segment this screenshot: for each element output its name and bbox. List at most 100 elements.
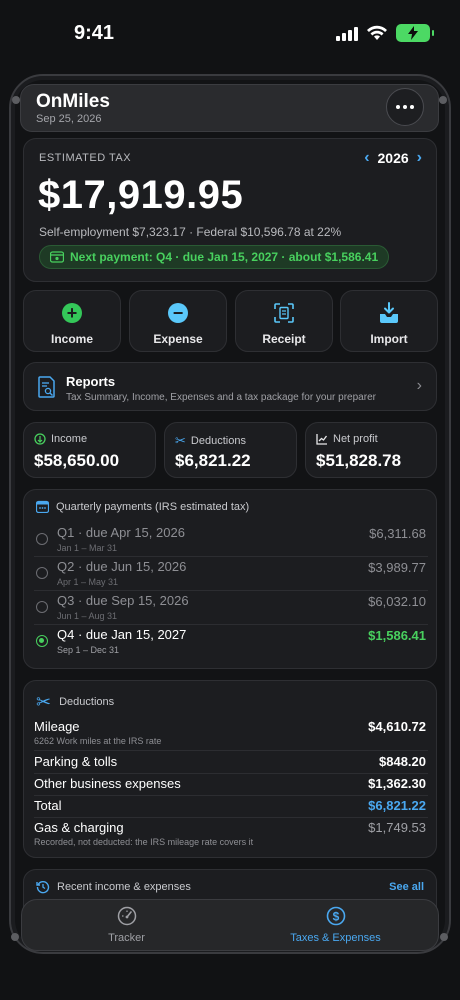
quarter-range: Apr 1 – May 31 <box>57 577 119 587</box>
deduction-row-mileage[interactable]: Mileage 6262 Work miles at the IRS rate … <box>34 719 428 751</box>
more-options-button[interactable] <box>386 88 424 126</box>
plus-circle-icon: + <box>61 302 83 324</box>
scissors-icon: ✂ <box>36 692 52 712</box>
income-button[interactable]: + Income <box>23 290 121 352</box>
quarterly-header: Quarterly payments (IRS estimated tax) <box>36 500 249 513</box>
quarter-amount: $6,311.68 <box>369 526 426 541</box>
quarterly-payments-card: Quarterly payments (IRS estimated tax) Q… <box>23 489 437 669</box>
frame-screw <box>12 96 20 104</box>
estimated-tax-card: ESTIMATED TAX ‹ 2026 › $17,919.95 Self-e… <box>23 138 437 282</box>
reports-row[interactable]: Reports Tax Summary, Income, Expenses an… <box>23 362 437 411</box>
report-document-icon <box>38 376 55 398</box>
deduction-note: Recorded, not deducted: the IRS mileage … <box>34 837 254 847</box>
app-header: OnMiles Sep 25, 2026 <box>20 84 439 132</box>
recent-title: Recent income & expenses <box>57 881 191 893</box>
year-selector: ‹ 2026 › <box>364 149 422 167</box>
deduction-name: Parking & tolls <box>34 754 118 769</box>
quarter-row-q1[interactable]: Q1 · due Apr 15, 2026 Jan 1 – Mar 31 $6,… <box>34 523 428 557</box>
deductions-stat-value: $6,821.22 <box>175 451 251 470</box>
radio-unchecked-icon[interactable] <box>36 567 48 579</box>
frame-screw <box>440 933 448 941</box>
speedometer-icon <box>117 906 136 926</box>
quarter-row-q3[interactable]: Q3 · due Sep 15, 2026 Jun 1 – Aug 31 $6,… <box>34 591 428 625</box>
status-icons <box>336 24 434 42</box>
income-button-label: Income <box>50 332 93 346</box>
deduction-name: Mileage <box>34 719 80 734</box>
quarter-row-q4[interactable]: Q4 · due Jan 15, 2027 Sep 1 – Dec 31 $1,… <box>34 625 428 659</box>
deductions-title: Deductions <box>59 696 115 708</box>
deduction-name: Gas & charging <box>34 820 124 835</box>
frame-screw <box>439 96 447 104</box>
cellular-signal-icon <box>336 25 358 41</box>
selected-year: 2026 <box>377 150 409 166</box>
tab-label: Tracker <box>108 932 145 944</box>
svg-text:$: $ <box>332 910 339 924</box>
estimated-tax-amount: $17,919.95 <box>38 173 244 217</box>
deductions-card: ✂ Deductions Mileage 6262 Work miles at … <box>23 680 437 858</box>
app-title: OnMiles <box>36 91 110 112</box>
receipt-button[interactable]: Receipt <box>235 290 333 352</box>
quarter-title: Q3 · due Sep 15, 2026 <box>57 593 189 608</box>
chart-line-icon <box>316 434 328 445</box>
reports-subtitle: Tax Summary, Income, Expenses and a tax … <box>66 392 376 403</box>
wifi-icon <box>367 25 387 40</box>
recent-header: Recent income & expenses <box>36 880 191 894</box>
calendar-icon <box>36 500 49 513</box>
deduction-note: 6262 Work miles at the IRS rate <box>34 736 162 746</box>
income-stat-label: Income <box>51 433 88 445</box>
deductions-stat-label: Deductions <box>190 435 246 447</box>
import-button-label: Import <box>370 332 408 346</box>
quarter-amount: $3,989.77 <box>368 560 426 575</box>
deductions-header: ✂ Deductions <box>36 693 114 711</box>
receipt-scan-icon <box>273 302 295 324</box>
deduction-value: $4,610.72 <box>368 719 426 734</box>
deduction-value: $848.20 <box>379 754 426 769</box>
battery-charging-icon <box>396 24 434 42</box>
import-button[interactable]: Import <box>340 290 438 352</box>
quarter-range: Jun 1 – Aug 31 <box>57 611 118 621</box>
expense-button[interactable]: − Expense <box>129 290 227 352</box>
tab-taxes-expenses[interactable]: $ Taxes & Expenses <box>231 906 440 944</box>
radio-checked-icon[interactable] <box>36 635 48 647</box>
quarterly-title: Quarterly payments (IRS estimated tax) <box>56 500 250 513</box>
income-stat-value: $58,650.00 <box>34 451 120 470</box>
app-date: Sep 25, 2026 <box>36 113 102 125</box>
chevron-left-icon[interactable]: ‹ <box>364 149 369 167</box>
history-clock-icon <box>36 881 50 894</box>
deductions-stat-card[interactable]: ✂ Deductions $6,821.22 <box>164 422 297 478</box>
status-time: 9:41 <box>74 22 115 44</box>
minus-circle-icon: − <box>167 302 189 324</box>
see-all-link[interactable]: See all <box>389 881 424 893</box>
net-profit-stat-label: Net profit <box>333 433 378 445</box>
import-tray-icon <box>378 302 400 324</box>
deduction-value: $1,362.30 <box>368 776 426 791</box>
tab-label: Taxes & Expenses <box>290 932 381 944</box>
next-payment-badge[interactable]: Next payment: Q4 · due Jan 15, 2027 · ab… <box>39 245 390 269</box>
chevron-right-icon[interactable]: › <box>417 149 422 167</box>
net-profit-stat-label-group: Net profit <box>316 433 378 445</box>
receipt-button-label: Receipt <box>262 332 306 346</box>
chevron-right-icon: › <box>416 377 422 394</box>
quarter-title: Q1 · due Apr 15, 2026 <box>57 525 185 540</box>
next-payment-text: Next payment: Q4 · due Jan 15, 2027 · ab… <box>70 250 379 264</box>
deduction-total-label: Total <box>34 798 62 813</box>
quarter-title: Q4 · due Jan 15, 2027 <box>57 627 187 642</box>
tax-breakdown: Self-employment $7,323.17 · Federal $10,… <box>39 225 342 239</box>
tab-tracker[interactable]: Tracker <box>22 906 231 944</box>
net-profit-stat-card[interactable]: Net profit $51,828.78 <box>305 422 437 478</box>
income-stat-card[interactable]: Income $58,650.00 <box>23 422 156 478</box>
deduction-row-parking[interactable]: Parking & tolls $848.20 <box>34 754 428 774</box>
status-bar: 9:41 <box>0 0 460 68</box>
deduction-total-value: $6,821.22 <box>368 798 426 813</box>
quarter-amount: $6,032.10 <box>368 594 426 609</box>
quarter-row-q2[interactable]: Q2 · due Jun 15, 2026 Apr 1 – May 31 $3,… <box>34 557 428 591</box>
calendar-money-icon <box>50 251 64 263</box>
deduction-row-gas[interactable]: Gas & charging Recorded, not deducted: t… <box>34 820 428 850</box>
radio-unchecked-icon[interactable] <box>36 601 48 613</box>
deduction-row-other[interactable]: Other business expenses $1,362.30 <box>34 776 428 796</box>
expense-button-label: Expense <box>153 332 203 346</box>
radio-unchecked-icon[interactable] <box>36 533 48 545</box>
tab-bar: Tracker $ Taxes & Expenses <box>21 899 439 951</box>
deductions-stat-label-group: ✂ Deductions <box>175 433 246 449</box>
quarter-amount: $1,586.41 <box>368 628 426 643</box>
